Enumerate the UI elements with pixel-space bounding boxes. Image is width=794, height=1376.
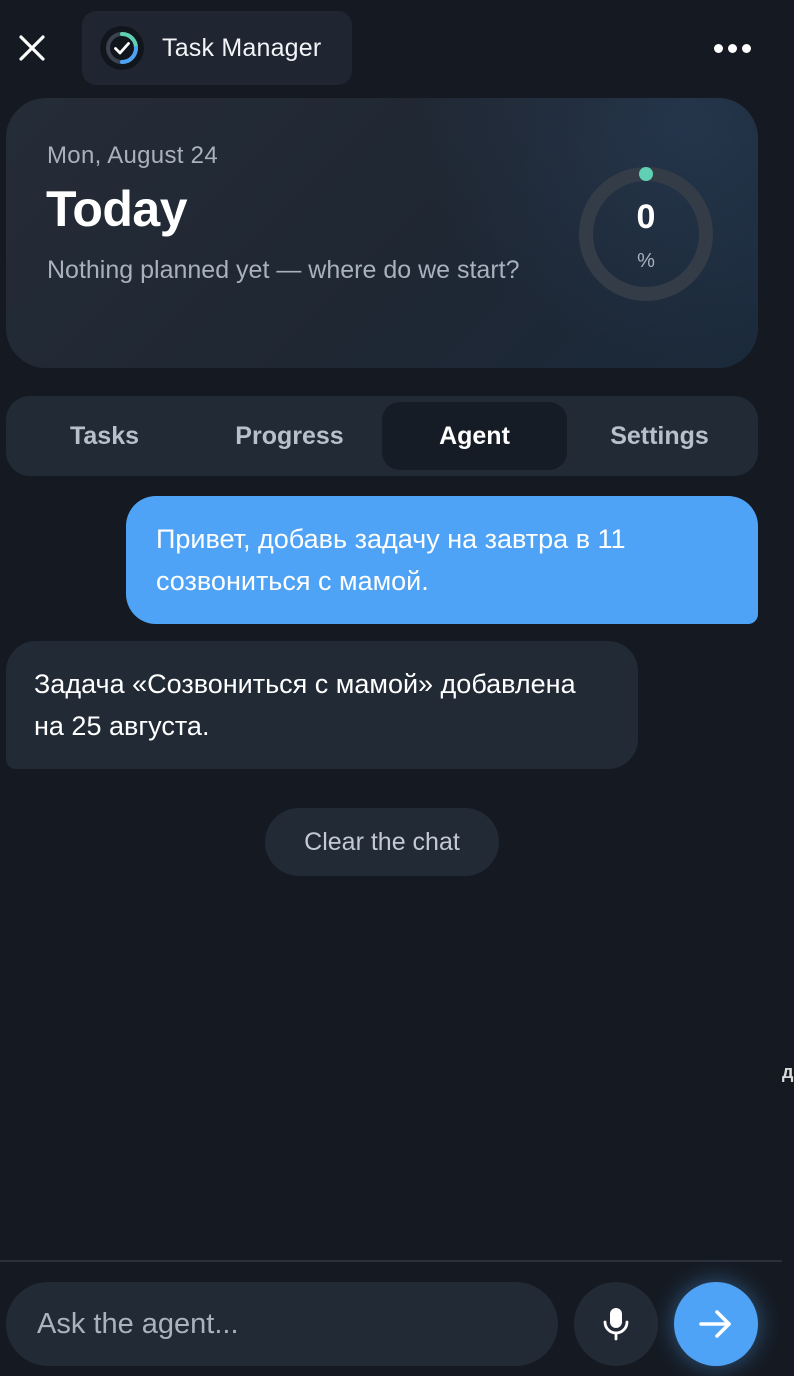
progress-value: 0 xyxy=(636,198,656,236)
more-dots-icon xyxy=(727,43,737,53)
app-logo xyxy=(100,26,144,70)
today-card: Mon, August 24 Today Nothing planned yet… xyxy=(6,98,758,368)
app-window: Task Manager Mon, August 24 Today Nothin… xyxy=(0,0,794,1376)
tab-settings[interactable]: Settings xyxy=(567,402,752,470)
arrow-right-icon xyxy=(699,1310,731,1338)
progress-ring-indicator xyxy=(639,167,653,181)
tab-progress[interactable]: Progress xyxy=(197,402,382,470)
user-message-bubble: Привет, добавь задачу на завтра в 11 соз… xyxy=(126,496,758,624)
check-circle-logo-icon xyxy=(106,32,138,64)
more-dots-icon xyxy=(741,43,751,53)
close-button[interactable] xyxy=(10,26,54,70)
app-title: Task Manager xyxy=(162,33,322,62)
tab-bar: Tasks Progress Agent Settings xyxy=(6,396,758,476)
microphone-button[interactable] xyxy=(574,1282,658,1366)
send-button[interactable] xyxy=(674,1282,758,1366)
today-subtitle: Nothing planned yet — where do we start? xyxy=(47,256,520,284)
more-dots-icon xyxy=(713,43,723,53)
tab-agent[interactable]: Agent xyxy=(382,402,567,470)
close-icon xyxy=(19,35,45,61)
progress-unit: % xyxy=(637,250,655,272)
today-date: Mon, August 24 xyxy=(47,142,218,169)
edge-text-fragment: д xyxy=(782,1062,794,1082)
daily-progress-ring: 0 % xyxy=(578,166,714,302)
agent-message-bubble: Задача «Созвониться с мамой» добавлена н… xyxy=(6,641,638,769)
more-options-button[interactable] xyxy=(706,30,758,66)
clear-chat-button[interactable]: Clear the chat xyxy=(265,808,499,876)
app-title-pill[interactable]: Task Manager xyxy=(82,11,352,85)
agent-input-container xyxy=(6,1282,558,1366)
input-divider xyxy=(0,1260,782,1262)
agent-message-input[interactable] xyxy=(37,1307,558,1341)
today-title: Today xyxy=(46,181,188,237)
tab-tasks[interactable]: Tasks xyxy=(12,402,197,470)
microphone-icon xyxy=(603,1308,629,1341)
